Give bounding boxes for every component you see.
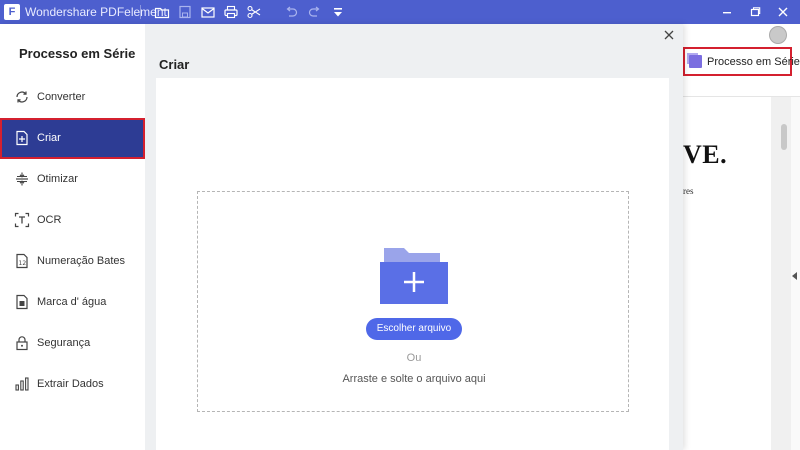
refresh-icon — [14, 89, 30, 105]
print-icon[interactable] — [223, 4, 239, 20]
sidebar-item-ocr[interactable]: OCR — [0, 200, 145, 241]
sidebar-item-marca-dagua[interactable]: Marca d' água — [0, 282, 145, 323]
dialog-close-icon[interactable] — [662, 28, 676, 42]
sidebar-item-label: Segurança — [37, 337, 91, 349]
compress-icon — [14, 171, 30, 187]
page-title: Criar — [159, 57, 190, 72]
sidebar-item-label: Criar — [37, 132, 61, 144]
sidebar-title: Processo em Série — [19, 46, 136, 61]
bar-chart-icon — [14, 376, 30, 392]
sidebar-item-label: Numeração Bates — [37, 255, 126, 267]
user-avatar[interactable] — [769, 26, 787, 44]
watermark-icon — [14, 294, 30, 310]
app-title: Wondershare PDFelement — [25, 5, 167, 19]
chevron-left-icon — [792, 272, 797, 280]
content-panel: Escolher arquivo Ou Arraste e solte o ar… — [156, 78, 669, 450]
lock-icon — [14, 335, 30, 351]
sidebar-item-extrair-dados[interactable]: Extrair Dados — [0, 364, 145, 405]
vertical-scrollbar[interactable] — [771, 97, 791, 450]
side-panel-toggle[interactable] — [791, 97, 800, 450]
minimize-icon[interactable] — [719, 4, 735, 20]
app-logo: F — [4, 4, 20, 20]
choose-file-button[interactable]: Escolher arquivo — [366, 318, 462, 340]
sidebar-item-label: Extrair Dados — [37, 378, 104, 390]
undo-icon[interactable] — [283, 4, 299, 20]
title-bar: F Wondershare PDFelement — [0, 0, 800, 24]
drag-drop-hint: Arraste e solte o arquivo aqui — [342, 373, 486, 385]
batch-process-icon — [689, 55, 702, 68]
folder-add-icon — [380, 244, 448, 304]
scrollbar-thumb[interactable] — [781, 124, 787, 150]
sidebar-item-converter[interactable]: Converter — [0, 77, 145, 118]
sidebar-item-label: Otimizar — [37, 173, 78, 185]
sidebar-item-label: Converter — [37, 91, 86, 103]
file-plus-icon — [14, 130, 30, 146]
document-text: res — [683, 186, 694, 196]
mail-icon[interactable] — [200, 4, 216, 20]
sidebar-item-numeracao-bates[interactable]: 12 Numeração Bates — [0, 241, 145, 282]
sidebar-item-label: OCR — [37, 214, 62, 226]
sidebar-item-label: Marca d' água — [37, 296, 107, 308]
save-icon[interactable] — [177, 4, 193, 20]
quick-access-dropdown-icon[interactable] — [330, 4, 346, 20]
sidebar-item-otimizar[interactable]: Otimizar — [0, 159, 145, 200]
sidebar-item-seguranca[interactable]: Segurança — [0, 323, 145, 364]
restore-icon[interactable] — [747, 4, 763, 20]
toolbar-divider — [140, 5, 141, 19]
batch-sidebar: Processo em Série Converter Criar Otimiz… — [0, 24, 145, 450]
batch-process-dialog: Processo em Série Converter Criar Otimiz… — [0, 24, 683, 450]
bates-number-icon: 12 — [14, 253, 30, 269]
scissors-icon[interactable] — [246, 4, 262, 20]
svg-text:12: 12 — [19, 260, 27, 267]
batch-process-button[interactable]: Processo em Série — [683, 47, 800, 76]
ocr-icon — [14, 212, 30, 228]
document-heading: VE. — [683, 140, 728, 169]
batch-main-panel: Criar Escolher arquivo Ou Arraste e solt… — [145, 24, 683, 450]
close-icon[interactable] — [775, 4, 791, 20]
file-dropzone[interactable]: Escolher arquivo Ou Arraste e solte o ar… — [197, 191, 629, 412]
sidebar-item-criar[interactable]: Criar — [0, 118, 145, 159]
or-separator: Ou — [406, 352, 422, 364]
folder-open-icon[interactable] — [154, 4, 170, 20]
batch-process-label: Processo em Série — [707, 56, 800, 68]
redo-icon[interactable] — [307, 4, 323, 20]
